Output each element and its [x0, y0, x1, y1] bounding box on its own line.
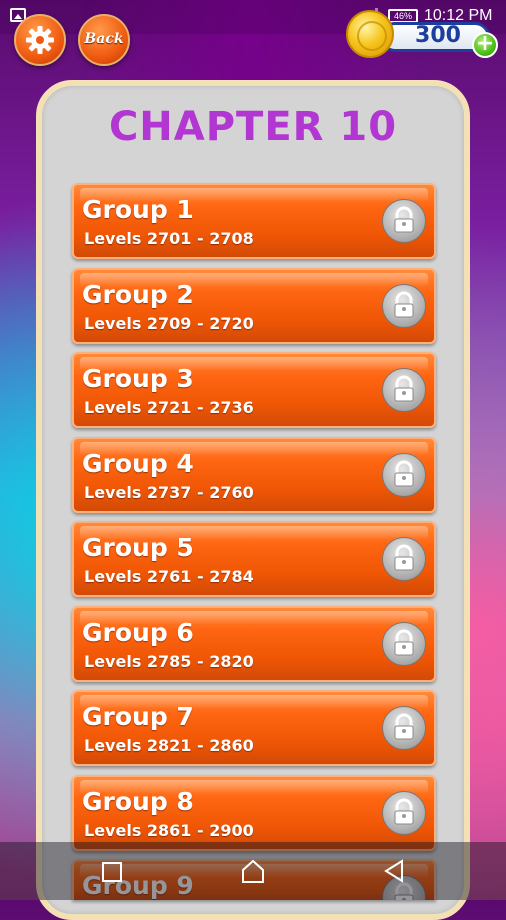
- chapter-title: CHAPTER 10: [108, 104, 398, 150]
- coin-icon: [346, 10, 394, 58]
- square-icon: [102, 862, 122, 882]
- lock-icon: [382, 453, 426, 497]
- gear-icon: [16, 16, 64, 64]
- group-name: Group 3: [82, 364, 194, 393]
- group-name: Group 7: [82, 702, 194, 731]
- group-levels: Levels 2721 - 2736: [84, 398, 254, 417]
- home-icon: [242, 859, 264, 883]
- lock-icon: [382, 284, 426, 328]
- coin-count: 300: [415, 23, 461, 48]
- plus-icon: +: [475, 31, 495, 56]
- settings-button[interactable]: [14, 14, 66, 66]
- navigation-bar: [0, 842, 506, 900]
- lock-icon: [382, 791, 426, 835]
- group-button-7[interactable]: Group 7 Levels 2821 - 2860: [72, 690, 436, 766]
- group-button-1[interactable]: Group 1 Levels 2701 - 2708: [72, 183, 436, 259]
- lock-icon: [382, 537, 426, 581]
- group-name: Group 4: [82, 449, 194, 478]
- lock-icon: [382, 706, 426, 750]
- lock-icon: [382, 199, 426, 243]
- lock-icon: [382, 622, 426, 666]
- group-levels: Levels 2785 - 2820: [84, 652, 254, 671]
- group-button-3[interactable]: Group 3 Levels 2721 - 2736: [72, 352, 436, 428]
- home-button[interactable]: [223, 842, 283, 900]
- group-levels: Levels 2821 - 2860: [84, 736, 254, 755]
- group-levels: Levels 2709 - 2720: [84, 314, 254, 333]
- group-levels: Levels 2861 - 2900: [84, 821, 254, 840]
- group-name: Group 1: [82, 195, 194, 224]
- group-name: Group 2: [82, 280, 194, 309]
- group-name: Group 8: [82, 787, 194, 816]
- group-name: Group 5: [82, 533, 194, 562]
- group-button-5[interactable]: Group 5 Levels 2761 - 2784: [72, 521, 436, 597]
- group-levels: Levels 2737 - 2760: [84, 483, 254, 502]
- group-name: Group 6: [82, 618, 194, 647]
- triangle-back-icon: [384, 859, 403, 883]
- nav-back-button[interactable]: [364, 842, 424, 900]
- group-button-6[interactable]: Group 6 Levels 2785 - 2820: [72, 606, 436, 682]
- group-button-8[interactable]: Group 8 Levels 2861 - 2900: [72, 775, 436, 851]
- group-levels: Levels 2701 - 2708: [84, 229, 254, 248]
- battery-indicator: 46%: [388, 9, 418, 23]
- group-button-4[interactable]: Group 4 Levels 2737 - 2760: [72, 437, 436, 513]
- back-button-label: Back: [84, 31, 124, 47]
- recent-apps-button[interactable]: [82, 842, 142, 900]
- lock-icon: [382, 368, 426, 412]
- back-button[interactable]: Back: [78, 14, 130, 66]
- group-levels: Levels 2761 - 2784: [84, 567, 254, 586]
- group-button-2[interactable]: Group 2 Levels 2709 - 2720: [72, 268, 436, 344]
- add-coins-button[interactable]: +: [472, 32, 498, 58]
